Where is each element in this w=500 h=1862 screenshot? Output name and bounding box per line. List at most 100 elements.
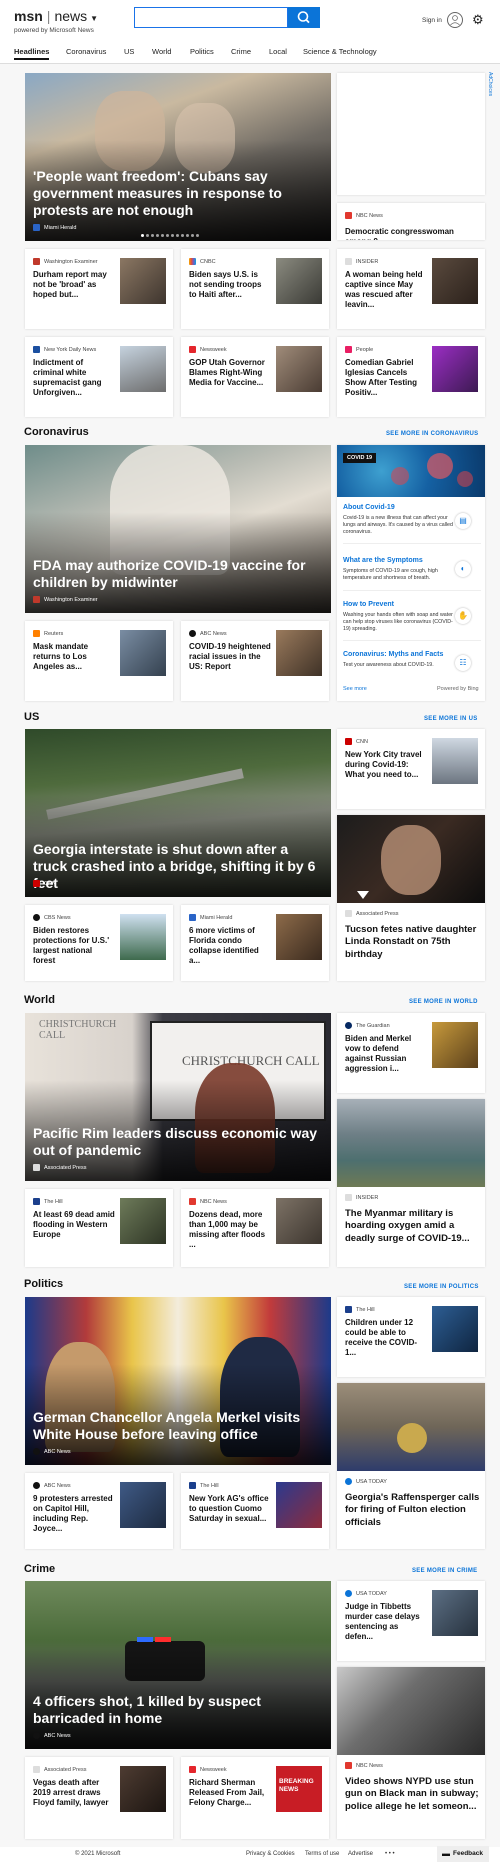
abc-news-icon [189, 630, 196, 637]
carousel-dot[interactable] [141, 234, 144, 237]
news-card[interactable]: The Hill At least 69 dead amid flooding … [25, 1189, 173, 1267]
news-card[interactable]: The Guardian Biden and Merkel vow to def… [337, 1013, 485, 1093]
news-card[interactable]: CNN New York City travel during Covid-19… [337, 729, 485, 809]
news-card[interactable]: INSIDER A woman being held captive since… [337, 249, 485, 329]
story-title: Biden and Merkel vow to defend against R… [345, 1034, 412, 1074]
story-source-label: Associated Press [44, 1766, 87, 1773]
story-source: CNBC [189, 258, 216, 265]
tab-politics[interactable]: Politics [190, 47, 214, 56]
tab-headlines[interactable]: Headlines [14, 47, 50, 60]
news-card[interactable]: Newsweek Richard Sherman Released From J… [181, 1757, 329, 1839]
section-title-politics[interactable]: Politics [24, 1278, 63, 1290]
footer-link-privacy[interactable]: Privacy & Cookies [246, 1851, 295, 1857]
news-card[interactable]: ABC News COVID-19 heightened racial issu… [181, 621, 329, 701]
play-icon[interactable] [357, 891, 369, 899]
footer-link-terms[interactable]: Terms of use [305, 1851, 339, 1857]
story-title: At least 69 dead amid flooding in Wester… [33, 1210, 115, 1240]
carousel-dot[interactable] [181, 234, 184, 237]
story-source-label: Associated Press [356, 910, 399, 917]
side-story-card[interactable]: USA TODAY Georgia's Raffensperger calls … [337, 1383, 485, 1549]
side-story-card[interactable]: INSIDER The Myanmar military is hoarding… [337, 1099, 485, 1267]
news-card[interactable]: Newsweek GOP Utah Governor Blames Right-… [181, 337, 329, 417]
carousel-dot[interactable] [191, 234, 194, 237]
msn-logo[interactable]: msn | news ▼ [14, 8, 98, 24]
news-card[interactable]: Associated Press Vegas death after 2019 … [25, 1757, 173, 1839]
covid-info-card: COVID 19 About Covid-19 Covid-19 is a ne… [337, 445, 485, 701]
hero-story[interactable]: Georgia interstate is shut down after a … [25, 729, 331, 897]
search-input[interactable] [134, 7, 288, 28]
carousel-dot[interactable] [161, 234, 164, 237]
section-title-world[interactable]: World [24, 994, 55, 1006]
section-title-us[interactable]: US [24, 711, 39, 723]
hero-story[interactable]: CHRISTCHURCH CALL CHRISTCHURCH CALL Paci… [25, 1013, 331, 1181]
story-source: People [345, 346, 373, 353]
story-title: New York City travel during Covid-19: Wh… [345, 750, 422, 780]
news-card[interactable]: Reuters Mask mandate returns to Los Ange… [25, 621, 173, 701]
divider [343, 590, 481, 591]
hero-title: 'People want freedom': Cubans say govern… [33, 168, 282, 219]
avatar[interactable] [447, 12, 463, 28]
carousel-dot[interactable] [176, 234, 179, 237]
news-card[interactable]: New York Daily News Indictment of crimin… [25, 337, 173, 417]
news-card[interactable]: CNBC Biden says U.S. is not sending troo… [181, 249, 329, 329]
tab-coronavirus[interactable]: Coronavirus [66, 47, 106, 56]
feedback-button[interactable]: ▬ Feedback [437, 1846, 489, 1862]
story-thumbnail [120, 1766, 166, 1812]
story-thumbnail [276, 258, 322, 304]
tab-world[interactable]: World [152, 47, 171, 56]
gear-icon[interactable]: ⚙ [472, 13, 486, 27]
footer-more-button[interactable]: • • • [385, 1851, 395, 1857]
carousel-dot[interactable] [171, 234, 174, 237]
virus-graphic [457, 471, 473, 487]
section-title-coronavirus[interactable]: Coronavirus [24, 426, 89, 438]
tab-us[interactable]: US [124, 47, 134, 56]
page: msn | news ▼ powered by Microsoft News Sign… [0, 0, 500, 1862]
news-card[interactable]: Miami Herald 6 more victims of Florida c… [181, 905, 329, 981]
see-more-us-link[interactable]: SEE MORE IN US [424, 716, 478, 722]
news-card[interactable]: Washington Examiner Durham report may no… [25, 249, 173, 329]
carousel-dot[interactable] [146, 234, 149, 237]
story-thumbnail [432, 258, 478, 304]
carousel-dot[interactable] [166, 234, 169, 237]
story-thumbnail [276, 914, 322, 960]
story-source-label: NBC News [356, 1762, 383, 1769]
carousel-dots[interactable] [141, 234, 199, 237]
hero-story[interactable]: 4 officers shot, 1 killed by suspect bar… [25, 1581, 331, 1749]
carousel-dot[interactable] [196, 234, 199, 237]
see-more-world-link[interactable]: SEE MORE IN WORLD [409, 999, 478, 1005]
tab-crime[interactable]: Crime [231, 47, 251, 56]
carousel-dot[interactable] [186, 234, 189, 237]
news-card[interactable]: ABC News 9 protesters arrested on Capito… [25, 1473, 173, 1549]
ad-slot[interactable] [337, 73, 485, 195]
footer-link-advertise[interactable]: Advertise [348, 1851, 373, 1857]
covid-item-desc: Symptoms of COVID-19 are cough, high tem… [343, 568, 438, 581]
see-more-politics-link[interactable]: SEE MORE IN POLITICS [404, 1284, 479, 1290]
side-story-card[interactable]: NBC News Democratic congresswoman among … [337, 203, 485, 240]
adchoices-label[interactable]: AdChoices [487, 72, 493, 96]
see-more-coronavirus-link[interactable]: SEE MORE IN CORONAVIRUS [386, 431, 478, 437]
side-story-card[interactable]: Associated Press Tucson fetes native dau… [337, 815, 485, 981]
hero-story[interactable]: German Chancellor Angela Merkel visits W… [25, 1297, 331, 1465]
story-source: NBC News [345, 212, 383, 219]
hero-story[interactable]: FDA may authorize COVID-19 vaccine for c… [25, 445, 331, 613]
side-story-card[interactable]: NBC News Video shows NYPD use stun gun o… [337, 1667, 485, 1839]
section-title-crime[interactable]: Crime [24, 1563, 55, 1575]
story-source-label: The Hill [200, 1482, 219, 1489]
news-card[interactable]: The Hill Children under 12 could be able… [337, 1297, 485, 1377]
news-card[interactable]: NBC News Dozens dead, more than 1,000 ma… [181, 1189, 329, 1267]
carousel-dot[interactable] [151, 234, 154, 237]
covid-see-more-link[interactable]: See more [343, 686, 367, 692]
hero-story[interactable]: 'People want freedom': Cubans say govern… [25, 73, 331, 241]
see-more-crime-link[interactable]: SEE MORE IN CRIME [412, 1568, 477, 1574]
news-card[interactable]: CBS News Biden restores protections for … [25, 905, 173, 981]
news-card[interactable]: People Comedian Gabriel Iglesias Cancels… [337, 337, 485, 417]
search-button[interactable] [288, 7, 320, 28]
story-source-label: USA TODAY [356, 1478, 387, 1485]
news-card[interactable]: The Hill New York AG's office to questio… [181, 1473, 329, 1549]
tab-local[interactable]: Local [269, 47, 287, 56]
sign-in-link[interactable]: Sign in [422, 17, 442, 24]
story-photo-seal [397, 1423, 427, 1453]
news-card[interactable]: USA TODAY Judge in Tibbetts murder case … [337, 1581, 485, 1661]
tab-science-technology[interactable]: Science & Technology [303, 47, 377, 56]
carousel-dot[interactable] [156, 234, 159, 237]
